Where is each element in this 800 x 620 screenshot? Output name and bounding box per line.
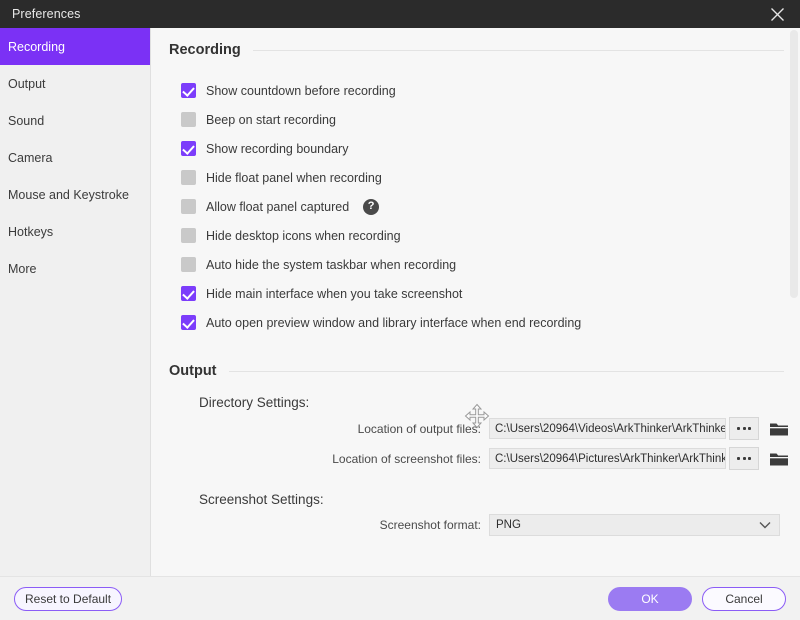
- ellipsis-dot: [737, 427, 740, 430]
- help-icon[interactable]: ?: [363, 198, 380, 215]
- sidebar-item-label: More: [8, 261, 37, 276]
- sidebar-item-output[interactable]: Output: [0, 65, 150, 102]
- cancel-button[interactable]: Cancel: [702, 586, 786, 611]
- checkbox-checked-icon[interactable]: [181, 315, 196, 330]
- open-folder-button[interactable]: [768, 448, 790, 470]
- directory-field-row: Location of output files: C:\Users\20964\…: [151, 417, 800, 440]
- sidebar-item-label: Output: [8, 76, 46, 91]
- vertical-scrollbar[interactable]: [790, 30, 798, 298]
- directory-path-input[interactable]: C:\Users\20964\Videos\ArkThinker\ArkThin…: [489, 418, 726, 439]
- chevron-down-icon: [759, 522, 771, 529]
- screenshot-format-row: Screenshot format: PNG: [151, 514, 800, 536]
- ellipsis-dot: [748, 457, 751, 460]
- settings-scroll-area[interactable]: Recording Show countdown before recordin…: [151, 28, 800, 576]
- checkbox-label: Auto hide the system taskbar when record…: [206, 257, 457, 272]
- screenshot-format-label: Screenshot format:: [379, 518, 481, 532]
- open-folder-button[interactable]: [768, 418, 790, 440]
- checkbox-row[interactable]: Hide desktop icons when recording: [181, 221, 800, 250]
- checkbox-unchecked-icon[interactable]: [181, 257, 196, 272]
- checkbox-unchecked-icon[interactable]: [181, 228, 196, 243]
- sidebar-item-label: Hotkeys: [8, 224, 54, 239]
- checkbox-checked-icon[interactable]: [181, 286, 196, 301]
- checkbox-label: Beep on start recording: [206, 112, 336, 127]
- sidebar-item-label: Mouse and Keystroke: [8, 187, 129, 202]
- checkbox-checked-icon[interactable]: [181, 83, 196, 98]
- folder-icon: [770, 423, 788, 435]
- checkbox-label: Hide desktop icons when recording: [206, 228, 401, 243]
- content-pane: Recording Show countdown before recordin…: [151, 28, 800, 576]
- section-title-recording: Recording: [169, 42, 241, 58]
- folder-icon: [770, 453, 788, 465]
- sidebar-item-more[interactable]: More: [0, 250, 150, 287]
- checkbox-label: Hide float panel when recording: [206, 170, 382, 185]
- checkbox-row[interactable]: Auto open preview window and library int…: [181, 308, 800, 337]
- checkbox-row[interactable]: Hide main interface when you take screen…: [181, 279, 800, 308]
- sidebar-item-recording[interactable]: Recording: [0, 28, 150, 65]
- checkbox-row[interactable]: Auto hide the system taskbar when record…: [181, 250, 800, 279]
- screenshot-settings-label: Screenshot Settings:: [199, 492, 324, 507]
- ellipsis-dot: [748, 427, 751, 430]
- checkbox-label: Auto open preview window and library int…: [206, 315, 582, 330]
- recording-options-list: Show countdown before recording Beep on s…: [181, 76, 800, 337]
- checkbox-row[interactable]: Show recording boundary: [181, 134, 800, 163]
- section-header-recording: Recording: [169, 42, 784, 58]
- ellipsis-dot: [737, 457, 740, 460]
- checkbox-checked-icon[interactable]: [181, 141, 196, 156]
- section-rule: [228, 370, 784, 372]
- directory-fields: Location of output files: C:\Users\20964\…: [151, 417, 800, 470]
- ok-button[interactable]: OK: [608, 586, 692, 611]
- window-title: Preferences: [12, 7, 81, 21]
- checkbox-row[interactable]: Hide float panel when recording: [181, 163, 800, 192]
- checkbox-unchecked-icon[interactable]: [181, 112, 196, 127]
- sidebar-item-camera[interactable]: Camera: [0, 139, 150, 176]
- close-icon: [770, 7, 784, 21]
- sidebar: Recording Output Sound Camera Mouse and Keys…: [0, 28, 151, 576]
- screenshot-format-select[interactable]: PNG: [489, 514, 780, 536]
- reset-to-default-button[interactable]: Reset to Default: [14, 586, 123, 611]
- checkbox-row[interactable]: Beep on start recording: [181, 105, 800, 134]
- section-rule: [252, 49, 784, 51]
- footer-bar: Reset to Default OK Cancel: [0, 576, 800, 620]
- checkbox-unchecked-icon[interactable]: [181, 170, 196, 185]
- checkbox-label: Allow float panel captured: [206, 199, 350, 214]
- directory-field-label: Location of screenshot files:: [332, 451, 481, 466]
- directory-settings-label: Directory Settings:: [199, 395, 310, 410]
- preferences-window: Preferences Recording Output Sound Camera Mo…: [0, 0, 800, 620]
- sidebar-item-mouse-and-keystroke[interactable]: Mouse and Keystroke: [0, 176, 150, 213]
- section-title-output: Output: [169, 363, 217, 379]
- titlebar: Preferences: [0, 0, 800, 28]
- window-body: Recording Output Sound Camera Mouse and Keys…: [0, 28, 800, 576]
- screenshot-format-value: PNG: [496, 519, 521, 531]
- close-button[interactable]: [754, 0, 800, 28]
- sidebar-item-sound[interactable]: Sound: [0, 102, 150, 139]
- sidebar-item-label: Camera: [8, 150, 53, 165]
- directory-field-label: Location of output files:: [357, 421, 481, 436]
- sidebar-item-hotkeys[interactable]: Hotkeys: [0, 213, 150, 250]
- directory-path-input[interactable]: C:\Users\20964\Pictures\ArkThinker\ArkTh…: [489, 448, 726, 469]
- browse-ellipsis-button[interactable]: [729, 447, 759, 470]
- checkbox-row[interactable]: Show countdown before recording: [181, 76, 800, 105]
- checkbox-row[interactable]: Allow float panel captured?: [181, 192, 800, 221]
- browse-ellipsis-button[interactable]: [729, 417, 759, 440]
- sidebar-item-label: Sound: [8, 113, 45, 128]
- sidebar-item-label: Recording: [8, 39, 65, 54]
- ellipsis-dot: [742, 427, 746, 430]
- checkbox-label: Show countdown before recording: [206, 83, 396, 98]
- section-header-output: Output: [169, 363, 784, 379]
- directory-field-row: Location of screenshot files: C:\Users\20…: [151, 447, 800, 470]
- checkbox-unchecked-icon[interactable]: [181, 199, 196, 214]
- ellipsis-dot: [742, 457, 746, 460]
- checkbox-label: Hide main interface when you take screen…: [206, 286, 463, 301]
- checkbox-label: Show recording boundary: [206, 141, 349, 156]
